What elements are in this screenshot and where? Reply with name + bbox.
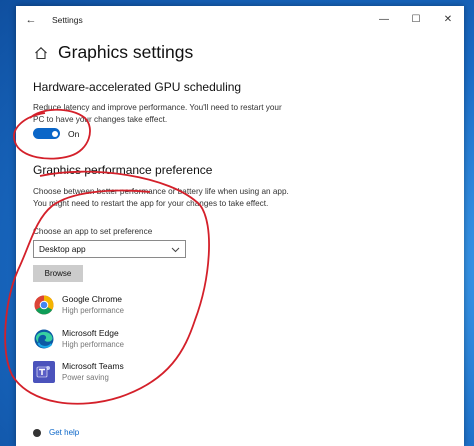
close-button[interactable]: ✕ [432, 6, 464, 33]
app-type-label: Choose an app to set preference [33, 227, 153, 236]
gpu-scheduling-description: Reduce latency and improve performance. … [33, 102, 293, 126]
maximize-button[interactable]: ☐ [400, 6, 432, 33]
app-name: Microsoft Teams [62, 361, 124, 371]
teams-icon [33, 361, 55, 383]
app-list-item[interactable]: Google Chrome High performance [33, 294, 124, 316]
pref-description-line: You might need to restart the app for yo… [33, 199, 269, 208]
app-preference: High performance [62, 306, 124, 315]
page-header: Graphics settings [34, 42, 193, 63]
app-name: Microsoft Edge [62, 328, 119, 338]
app-type-select[interactable]: Desktop app [33, 240, 186, 258]
title-bar: ← Settings — ☐ ✕ [16, 6, 464, 33]
window-title: Settings [52, 14, 83, 25]
app-type-value: Desktop app [39, 244, 86, 254]
app-preference: Power saving [62, 373, 109, 382]
get-help-label: Get help [49, 428, 80, 437]
app-list-item[interactable]: Microsoft Edge High performance [33, 328, 124, 350]
app-name: Google Chrome [62, 294, 123, 304]
graphics-preference-description: Choose between better performance or bat… [33, 186, 293, 210]
gpu-scheduling-toggle-row: On [33, 128, 79, 139]
chevron-down-icon [171, 247, 180, 253]
page-title: Graphics settings [58, 42, 194, 62]
app-list-item[interactable]: Microsoft Teams Power saving [33, 361, 124, 383]
gpu-scheduling-toggle[interactable] [33, 128, 60, 139]
toggle-state-label: On [68, 128, 80, 139]
help-icon [33, 428, 41, 437]
gpu-description-line: Reduce latency and improve performance. … [33, 103, 282, 112]
app-preference: High performance [62, 340, 124, 349]
browse-button[interactable]: Browse [33, 265, 83, 282]
back-button[interactable]: ← [16, 14, 46, 26]
get-help-link[interactable]: Get help [33, 428, 79, 437]
minimize-button[interactable]: — [368, 6, 400, 33]
graphics-preference-heading: Graphics performance preference [33, 163, 213, 177]
settings-window: ← Settings — ☐ ✕ Graphics settings Hardw… [16, 6, 464, 446]
window-controls: — ☐ ✕ [368, 6, 464, 33]
pref-description-line: Choose between better performance or bat… [33, 187, 289, 196]
chrome-icon [33, 294, 55, 316]
edge-icon [33, 328, 55, 350]
gpu-scheduling-heading: Hardware-accelerated GPU scheduling [33, 80, 242, 94]
home-icon[interactable] [34, 46, 48, 60]
gpu-description-line: PC to have your changes take effect. [33, 115, 168, 124]
